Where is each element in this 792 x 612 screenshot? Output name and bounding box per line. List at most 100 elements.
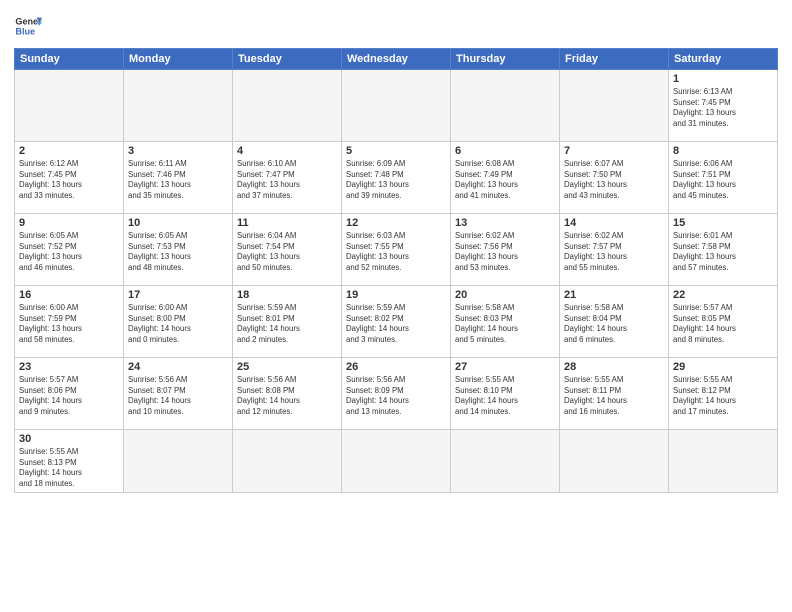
weekday-header-tuesday: Tuesday <box>233 49 342 70</box>
calendar-cell: 18Sunrise: 5:59 AM Sunset: 8:01 PM Dayli… <box>233 286 342 358</box>
day-number: 4 <box>237 145 337 157</box>
calendar-cell: 5Sunrise: 6:09 AM Sunset: 7:48 PM Daylig… <box>342 142 451 214</box>
calendar-cell <box>15 70 124 142</box>
day-info: Sunrise: 6:13 AM Sunset: 7:45 PM Dayligh… <box>673 87 773 129</box>
day-info: Sunrise: 6:10 AM Sunset: 7:47 PM Dayligh… <box>237 159 337 201</box>
calendar-cell <box>560 70 669 142</box>
calendar-cell <box>233 430 342 493</box>
day-number: 11 <box>237 217 337 229</box>
calendar-cell: 19 Sunrise: 5:59 AM Sunset: 8:02 PM Dayli… <box>342 286 451 358</box>
day-number: 1 <box>673 73 773 85</box>
calendar-cell <box>451 430 560 493</box>
calendar-cell <box>233 70 342 142</box>
weekday-header-friday: Friday <box>560 49 669 70</box>
day-info: Sunrise: 5:55 AM Sunset: 8:12 PM Dayligh… <box>673 375 773 417</box>
day-number: 3 <box>128 145 228 157</box>
calendar-cell: 23Sunrise: 5:57 AM Sunset: 8:06 PM Dayli… <box>15 358 124 430</box>
day-number: 13 <box>455 217 555 229</box>
calendar-cell: 4 Sunrise: 6:10 AM Sunset: 7:47 PM Daylig… <box>233 142 342 214</box>
calendar-cell: 20 Sunrise: 5:58 AM Sunset: 8:03 PM Dayli… <box>451 286 560 358</box>
calendar-cell: 25 Sunrise: 5:56 AM Sunset: 8:08 PM Dayli… <box>233 358 342 430</box>
day-number: 17 <box>128 289 228 301</box>
calendar-cell: 8 Sunrise: 6:06 AM Sunset: 7:51 PM Daylig… <box>669 142 778 214</box>
day-number: 30 <box>19 433 119 445</box>
calendar-cell: 6Sunrise: 6:08 AM Sunset: 7:49 PM Daylig… <box>451 142 560 214</box>
day-info: Sunrise: 6:08 AM Sunset: 7:49 PM Dayligh… <box>455 159 555 201</box>
day-info: Sunrise: 5:55 AM Sunset: 8:13 PM Dayligh… <box>19 447 119 489</box>
weekday-header-saturday: Saturday <box>669 49 778 70</box>
day-number: 14 <box>564 217 664 229</box>
day-info: Sunrise: 5:56 AM Sunset: 8:07 PM Dayligh… <box>128 375 228 417</box>
calendar-cell: 13 Sunrise: 6:02 AM Sunset: 7:56 PM Dayli… <box>451 214 560 286</box>
calendar-cell: 21 Sunrise: 5:58 AM Sunset: 8:04 PM Dayli… <box>560 286 669 358</box>
day-info: Sunrise: 6:01 AM Sunset: 7:58 PM Dayligh… <box>673 231 773 273</box>
day-number: 26 <box>346 361 446 373</box>
calendar-cell: 16 Sunrise: 6:00 AM Sunset: 7:59 PM Dayli… <box>15 286 124 358</box>
calendar-week-5: 30 Sunrise: 5:55 AM Sunset: 8:13 PM Dayli… <box>15 430 778 493</box>
calendar-cell: 1 Sunrise: 6:13 AM Sunset: 7:45 PM Daylig… <box>669 70 778 142</box>
day-number: 10 <box>128 217 228 229</box>
calendar-cell: 15 Sunrise: 6:01 AM Sunset: 7:58 PM Dayli… <box>669 214 778 286</box>
day-info: Sunrise: 6:00 AM Sunset: 8:00 PM Dayligh… <box>128 303 228 345</box>
day-number: 20 <box>455 289 555 301</box>
day-info: Sunrise: 5:59 AM Sunset: 8:02 PM Dayligh… <box>346 303 446 345</box>
calendar-cell: 7 Sunrise: 6:07 AM Sunset: 7:50 PM Daylig… <box>560 142 669 214</box>
day-info: Sunrise: 6:03 AM Sunset: 7:55 PM Dayligh… <box>346 231 446 273</box>
day-info: Sunrise: 5:57 AM Sunset: 8:06 PM Dayligh… <box>19 375 119 417</box>
logo-icon: General Blue <box>14 12 42 40</box>
day-info: Sunrise: 6:02 AM Sunset: 7:56 PM Dayligh… <box>455 231 555 273</box>
calendar-cell <box>560 430 669 493</box>
day-number: 24 <box>128 361 228 373</box>
calendar-cell: 14 Sunrise: 6:02 AM Sunset: 7:57 PM Dayli… <box>560 214 669 286</box>
day-info: Sunrise: 6:04 AM Sunset: 7:54 PM Dayligh… <box>237 231 337 273</box>
day-number: 16 <box>19 289 119 301</box>
day-info: Sunrise: 6:00 AM Sunset: 7:59 PM Dayligh… <box>19 303 119 345</box>
day-info: Sunrise: 5:58 AM Sunset: 8:03 PM Dayligh… <box>455 303 555 345</box>
calendar-cell: 17 Sunrise: 6:00 AM Sunset: 8:00 PM Dayli… <box>124 286 233 358</box>
calendar-cell <box>342 430 451 493</box>
calendar-cell: 9 Sunrise: 6:05 AM Sunset: 7:52 PM Daylig… <box>15 214 124 286</box>
header-row: SundayMondayTuesdayWednesdayThursdayFrid… <box>15 49 778 70</box>
day-number: 27 <box>455 361 555 373</box>
weekday-header-thursday: Thursday <box>451 49 560 70</box>
day-info: Sunrise: 6:11 AM Sunset: 7:46 PM Dayligh… <box>128 159 228 201</box>
calendar-cell: 22Sunrise: 5:57 AM Sunset: 8:05 PM Dayli… <box>669 286 778 358</box>
calendar-week-0: 1 Sunrise: 6:13 AM Sunset: 7:45 PM Daylig… <box>15 70 778 142</box>
calendar-cell: 29Sunrise: 5:55 AM Sunset: 8:12 PM Dayli… <box>669 358 778 430</box>
calendar-cell: 30 Sunrise: 5:55 AM Sunset: 8:13 PM Dayli… <box>15 430 124 493</box>
calendar-cell <box>342 70 451 142</box>
calendar-week-3: 16 Sunrise: 6:00 AM Sunset: 7:59 PM Dayli… <box>15 286 778 358</box>
day-number: 28 <box>564 361 664 373</box>
day-info: Sunrise: 6:07 AM Sunset: 7:50 PM Dayligh… <box>564 159 664 201</box>
day-info: Sunrise: 6:06 AM Sunset: 7:51 PM Dayligh… <box>673 159 773 201</box>
day-info: Sunrise: 6:12 AM Sunset: 7:45 PM Dayligh… <box>19 159 119 201</box>
calendar-cell: 3 Sunrise: 6:11 AM Sunset: 7:46 PM Daylig… <box>124 142 233 214</box>
day-info: Sunrise: 5:55 AM Sunset: 8:10 PM Dayligh… <box>455 375 555 417</box>
calendar-cell <box>124 430 233 493</box>
calendar-cell <box>124 70 233 142</box>
day-number: 21 <box>564 289 664 301</box>
calendar-week-1: 2 Sunrise: 6:12 AM Sunset: 7:45 PM Daylig… <box>15 142 778 214</box>
day-info: Sunrise: 6:05 AM Sunset: 7:53 PM Dayligh… <box>128 231 228 273</box>
day-info: Sunrise: 5:55 AM Sunset: 8:11 PM Dayligh… <box>564 375 664 417</box>
day-number: 25 <box>237 361 337 373</box>
day-info: Sunrise: 6:02 AM Sunset: 7:57 PM Dayligh… <box>564 231 664 273</box>
day-info: Sunrise: 6:05 AM Sunset: 7:52 PM Dayligh… <box>19 231 119 273</box>
day-info: Sunrise: 5:56 AM Sunset: 8:09 PM Dayligh… <box>346 375 446 417</box>
logo: General Blue <box>14 12 42 40</box>
day-number: 9 <box>19 217 119 229</box>
day-number: 7 <box>564 145 664 157</box>
weekday-header-wednesday: Wednesday <box>342 49 451 70</box>
calendar-week-4: 23Sunrise: 5:57 AM Sunset: 8:06 PM Dayli… <box>15 358 778 430</box>
day-number: 2 <box>19 145 119 157</box>
day-number: 19 <box>346 289 446 301</box>
day-number: 8 <box>673 145 773 157</box>
day-info: Sunrise: 5:56 AM Sunset: 8:08 PM Dayligh… <box>237 375 337 417</box>
svg-text:Blue: Blue <box>15 26 35 36</box>
calendar-week-2: 9 Sunrise: 6:05 AM Sunset: 7:52 PM Daylig… <box>15 214 778 286</box>
day-number: 15 <box>673 217 773 229</box>
day-info: Sunrise: 5:58 AM Sunset: 8:04 PM Dayligh… <box>564 303 664 345</box>
calendar-cell: 28 Sunrise: 5:55 AM Sunset: 8:11 PM Dayli… <box>560 358 669 430</box>
calendar-cell: 26 Sunrise: 5:56 AM Sunset: 8:09 PM Dayli… <box>342 358 451 430</box>
day-number: 5 <box>346 145 446 157</box>
